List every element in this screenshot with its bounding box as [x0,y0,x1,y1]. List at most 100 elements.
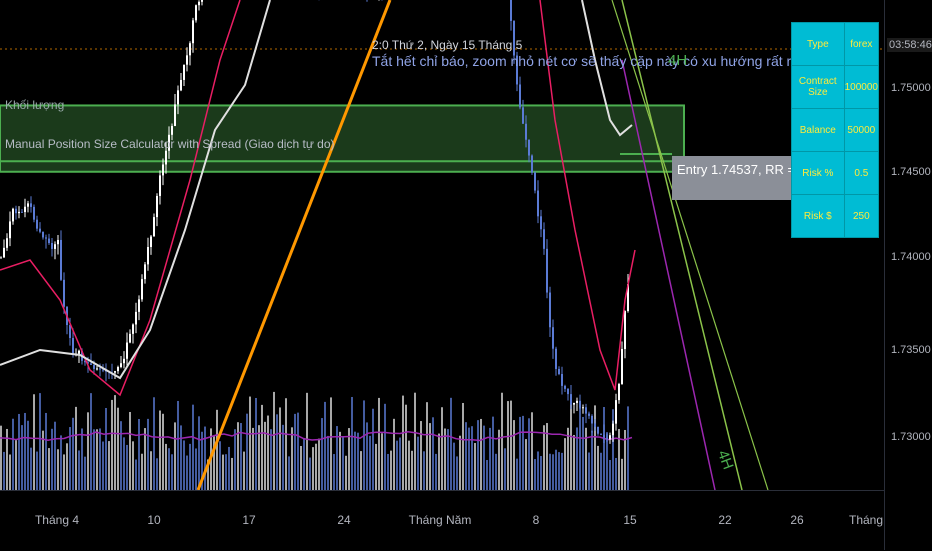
volume-bar [57,449,59,490]
volume-bar [444,428,446,490]
volume-bar [483,425,485,490]
candle-body [132,324,134,334]
volume-bar [477,420,479,490]
volume-bar [144,428,146,490]
volume-bar [180,425,182,490]
volume-bar [315,443,317,490]
candle-body [42,231,44,238]
volume-bar [330,397,332,490]
volume-bar [441,407,443,490]
chart-area[interactable]: 2:0 Thứ 2, Ngày 15 Tháng 5 Tắt hết chỉ b… [0,0,884,490]
volume-bar [159,410,161,490]
table-cell-value: 0.5 [843,151,880,195]
volume-bar [165,443,167,490]
volume-bar [327,435,329,490]
volume-bar [417,436,419,490]
volume-bar [150,451,152,490]
volume-bar [75,406,77,490]
candle-body [558,368,560,375]
time-axis[interactable]: Tháng 4 10 17 24 Tháng Năm 8 15 22 26 Th… [0,490,884,551]
volume-bar [552,454,554,490]
candle-body [177,90,179,105]
y-tick-label: 1.74000 [891,251,931,263]
volume-bar [453,442,455,490]
volume-bar [216,409,218,490]
volume-bar [564,438,566,490]
y-tick-label: 1.74500 [891,166,931,178]
volume-bar [576,427,578,490]
volume-bar [291,427,293,490]
candle-body [540,216,542,230]
candle-body [624,311,626,350]
candle-body [144,264,146,280]
candle-body [99,368,101,370]
volume-bar [594,405,596,490]
volume-bar [87,412,89,490]
volume-bar [93,429,95,490]
volume-bar [378,397,380,490]
volume-bar [459,435,461,490]
candle-body [117,367,119,372]
table-cell-value: 250 [843,194,880,238]
candle-body [69,325,71,339]
volume-bar [360,451,362,490]
table-cell-label: Contract Size [791,65,845,109]
candle-body [510,0,512,21]
volume-bar [429,423,431,490]
volume-bar [570,397,572,490]
volume-bar [567,427,569,490]
candle-body [189,43,191,56]
volume-bar [198,416,200,490]
candle-body [534,172,536,191]
price-axis[interactable]: 03:58:46 1.75000 1.74500 1.74000 1.73500… [884,0,932,550]
volume-bar [324,401,326,490]
volume-bar [348,428,350,490]
candle-body [561,374,563,386]
volume-bar [363,400,365,490]
candle-body [36,219,38,229]
volume-bar [549,453,551,490]
volume-bar [162,413,164,490]
candle-body [537,190,539,217]
volume-bar [12,418,14,490]
volume-bar [285,398,287,490]
volume-bar [369,435,371,490]
candle-body [615,400,617,424]
volume-bar [33,394,35,490]
candle-body [15,208,17,214]
volume-bar [462,402,464,490]
indicator-volume-label[interactable]: Khối lượng [5,98,64,112]
volume-bar [531,412,533,490]
volume-bar [138,418,140,490]
indicator-position-calculator-label[interactable]: Manual Position Size Calculator with Spr… [5,137,335,151]
volume-bar [252,427,254,490]
volume-bar [396,440,398,490]
volume-bar [381,433,383,490]
candle-body [126,342,128,359]
x-tick-label: Tháng Năm [408,513,472,527]
volume-bar [372,408,374,490]
volume-bar [420,421,422,490]
volume-bar [339,431,341,490]
volume-bar [246,413,248,490]
position-size-table: Type forex Contract Size 100000 Balance … [791,22,880,238]
x-tick-label: 22 [718,513,732,527]
candle-body [96,368,98,370]
volume-bar [282,424,284,490]
volume-bar [288,456,290,490]
volume-bar [318,438,320,490]
volume-bar [393,418,395,490]
volume-bar [243,451,245,490]
chart-canvas[interactable] [0,0,884,490]
volume-bar [117,407,119,490]
volume-bar [492,416,494,490]
candle-body [27,203,29,207]
candle-body [129,333,131,343]
volume-bar [192,404,194,490]
volume-bar [468,427,470,490]
trendline-label-4h-top: 4H [668,52,688,69]
volume-bar [3,451,5,490]
table-cell-value: 100000 [843,65,880,109]
volume-bar [270,429,272,490]
candle-body [9,221,11,239]
